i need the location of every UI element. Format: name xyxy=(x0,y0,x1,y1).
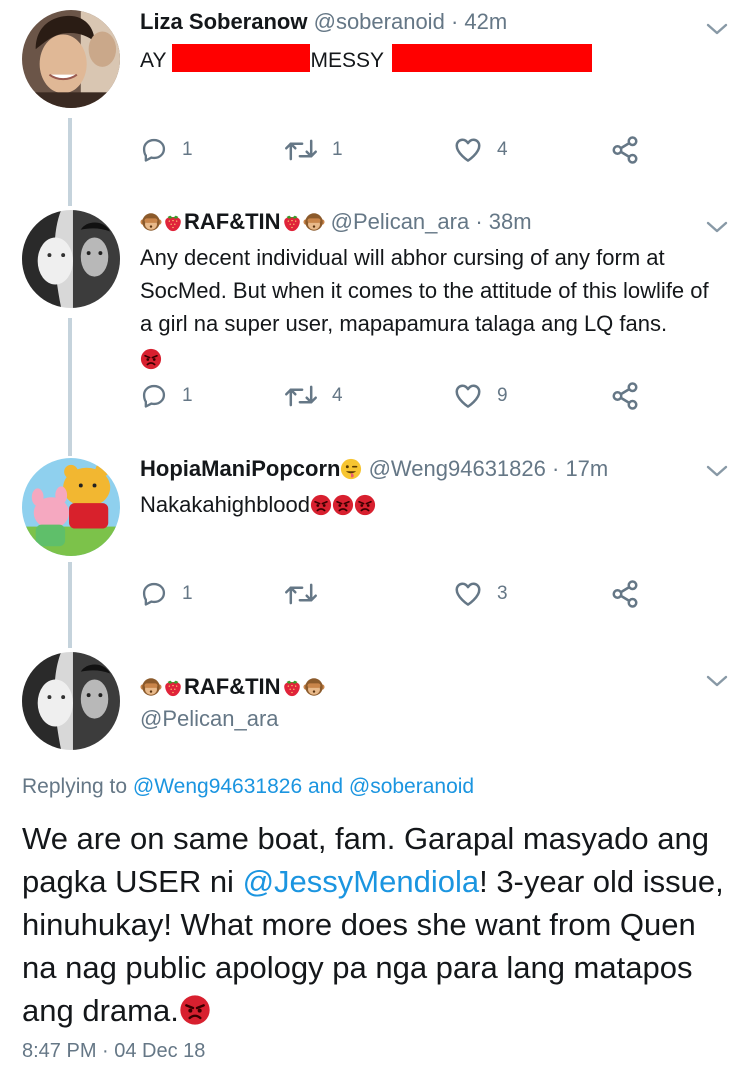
retweet-count: 4 xyxy=(332,385,343,406)
user-handle[interactable]: @soberanoid xyxy=(314,9,445,34)
strawberry-emoji xyxy=(281,676,303,698)
like-count: 9 xyxy=(497,385,508,406)
winking-tongue-emoji xyxy=(340,458,362,480)
reply-count: 1 xyxy=(182,583,193,604)
angry-face-emoji xyxy=(140,348,162,370)
monkey-emoji xyxy=(303,676,325,698)
strawberry-emoji xyxy=(162,211,184,233)
share-button[interactable] xyxy=(610,134,640,166)
tweet-text: Any decent individual will abhor cursing… xyxy=(140,241,720,375)
user-handle[interactable]: @Pelican_ara xyxy=(140,706,279,731)
chevron-down-icon[interactable] xyxy=(706,464,728,478)
retweet-button[interactable]: 4 xyxy=(284,380,343,412)
avatar[interactable] xyxy=(22,458,120,556)
redaction-bar xyxy=(392,44,592,72)
avatar[interactable] xyxy=(22,652,120,750)
avatar[interactable] xyxy=(22,210,120,308)
angry-face-emoji xyxy=(354,494,376,516)
monkey-emoji xyxy=(140,676,162,698)
monkey-emoji xyxy=(140,211,162,233)
mention-link[interactable]: @JessyMendiola xyxy=(243,864,480,899)
tweet-actions: 1 1 4 xyxy=(140,134,650,166)
tweet-text: AY MESSY xyxy=(140,44,720,77)
reply-button[interactable]: 1 xyxy=(140,578,193,610)
strawberry-emoji xyxy=(162,676,184,698)
avatar[interactable] xyxy=(22,10,120,108)
thread-line xyxy=(68,562,72,648)
tweet-time[interactable]: · 38m xyxy=(475,209,531,234)
tweet-text: We are on same boat, fam. Garapal masyad… xyxy=(22,821,724,1028)
chevron-down-icon[interactable] xyxy=(706,674,728,688)
tweet-time[interactable]: · 17m xyxy=(552,456,608,481)
angry-face-emoji xyxy=(310,494,332,516)
retweet-count: 1 xyxy=(332,139,343,160)
retweet-button[interactable]: 1 xyxy=(284,134,343,166)
mention-link[interactable]: @soberanoid xyxy=(349,775,474,798)
tweet-actions: 1 4 9 xyxy=(140,380,650,412)
chevron-down-icon[interactable] xyxy=(706,220,728,234)
replying-to: Replying to @Weng94631826 and @soberanoi… xyxy=(22,775,475,798)
tweet-time[interactable]: · 42m xyxy=(451,9,507,34)
angry-face-emoji xyxy=(332,494,354,516)
display-name[interactable]: HopiaManiPopcorn xyxy=(140,456,340,481)
chevron-down-icon[interactable] xyxy=(706,22,728,36)
strawberry-emoji xyxy=(281,211,303,233)
reply-count: 1 xyxy=(182,139,193,160)
reply-button[interactable]: 1 xyxy=(140,134,193,166)
display-name[interactable]: Liza Soberanow xyxy=(140,9,307,34)
mention-link[interactable]: @Weng94631826 xyxy=(133,775,302,798)
angry-face-emoji xyxy=(179,994,211,1026)
like-button[interactable]: 3 xyxy=(453,578,508,610)
thread-line xyxy=(68,318,72,456)
tweet-text: Nakakahighblood xyxy=(140,488,720,521)
share-button[interactable] xyxy=(610,380,640,412)
user-handle[interactable]: @Pelican_ara xyxy=(331,209,470,234)
tweet-timestamp[interactable]: 8:47 PM · 04 Dec 18 xyxy=(22,1040,205,1063)
like-button[interactable]: 9 xyxy=(453,380,508,412)
reply-count: 1 xyxy=(182,385,193,406)
like-count: 3 xyxy=(497,583,508,604)
thread-line xyxy=(68,118,72,206)
user-handle[interactable]: @Weng94631826 xyxy=(369,456,546,481)
monkey-emoji xyxy=(303,211,325,233)
like-count: 4 xyxy=(497,139,508,160)
share-button[interactable] xyxy=(610,578,640,610)
redaction-bar xyxy=(172,44,311,72)
like-button[interactable]: 4 xyxy=(453,134,508,166)
display-name[interactable]: RAF&TIN xyxy=(184,674,281,699)
display-name[interactable]: RAF&TIN xyxy=(184,209,281,234)
reply-button[interactable]: 1 xyxy=(140,380,193,412)
tweet-actions: 1 3 xyxy=(140,578,650,610)
retweet-button[interactable] xyxy=(284,578,332,610)
